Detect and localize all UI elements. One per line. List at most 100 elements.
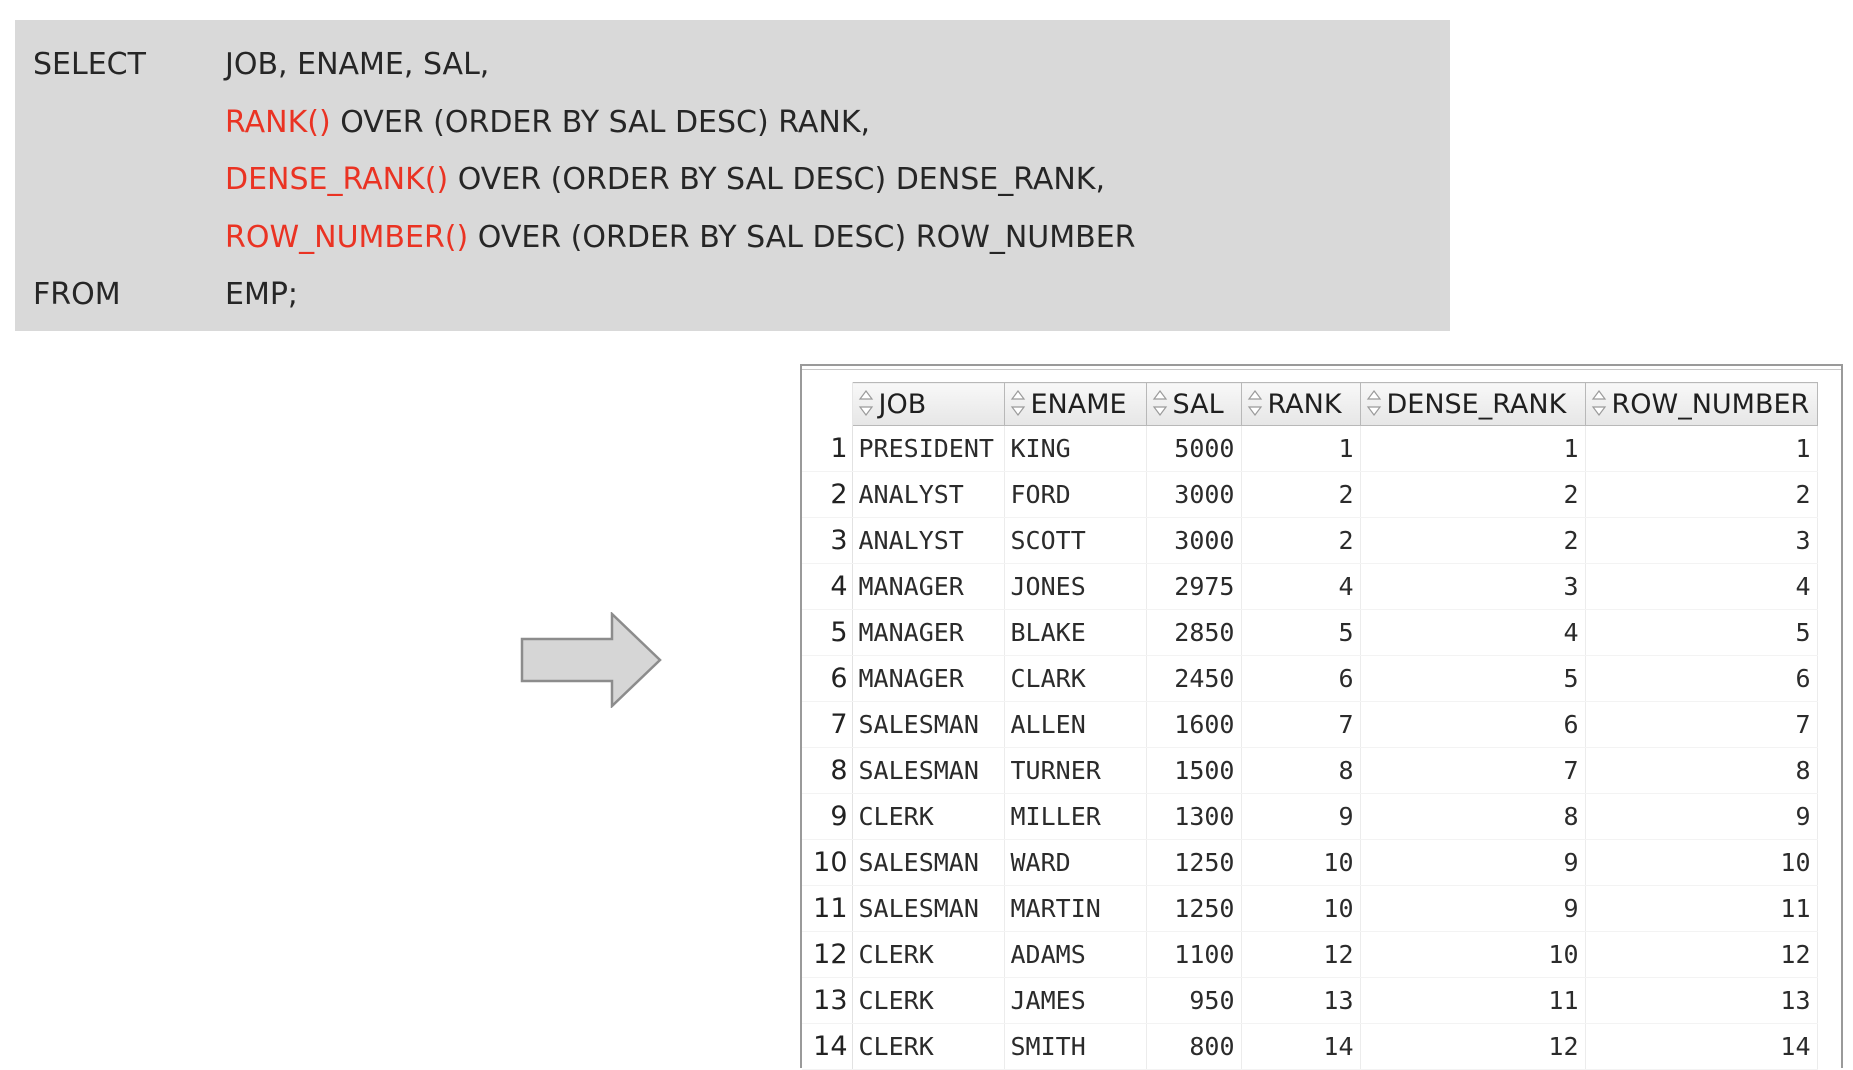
cell-rank[interactable]: 2	[1241, 517, 1361, 564]
cell-ename[interactable]: ALLEN	[1004, 701, 1147, 748]
cell-job[interactable]: SALESMAN	[852, 747, 1005, 794]
sort-icon[interactable]	[1365, 389, 1383, 417]
row-number-cell[interactable]: 10	[802, 839, 853, 886]
cell-rank[interactable]: 14	[1241, 1023, 1361, 1070]
cell-sal[interactable]: 2450	[1146, 655, 1242, 702]
cell-job[interactable]: SALESMAN	[852, 885, 1005, 932]
table-row[interactable]: 1 PRESIDENT KING 5000 1 1 1	[802, 425, 1818, 472]
cell-row-number[interactable]: 9	[1585, 793, 1818, 840]
table-row[interactable]: 6 MANAGER CLARK 2450 6 5 6	[802, 655, 1818, 702]
table-row[interactable]: 8 SALESMAN TURNER 1500 8 7 8	[802, 747, 1818, 794]
cell-job[interactable]: CLERK	[852, 1023, 1005, 1070]
cell-row-number[interactable]: 3	[1585, 517, 1818, 564]
cell-dense-rank[interactable]: 11	[1360, 977, 1586, 1024]
cell-dense-rank[interactable]: 12	[1360, 1023, 1586, 1070]
cell-job[interactable]: SALESMAN	[852, 701, 1005, 748]
sort-icon[interactable]	[1246, 389, 1264, 417]
cell-sal[interactable]: 2850	[1146, 609, 1242, 656]
table-row[interactable]: 12 CLERK ADAMS 1100 12 10 12	[802, 931, 1818, 978]
column-header-dense-rank[interactable]: DENSE_RANK	[1359, 382, 1586, 426]
table-row[interactable]: 3 ANALYST SCOTT 3000 2 2 3	[802, 517, 1818, 564]
cell-rank[interactable]: 7	[1241, 701, 1361, 748]
column-header-sal[interactable]: SAL	[1145, 382, 1242, 426]
cell-ename[interactable]: ADAMS	[1004, 931, 1147, 978]
cell-sal[interactable]: 3000	[1146, 471, 1242, 518]
cell-job[interactable]: CLERK	[852, 793, 1005, 840]
cell-rank[interactable]: 2	[1241, 471, 1361, 518]
table-row[interactable]: 2 ANALYST FORD 3000 2 2 2	[802, 471, 1818, 518]
cell-row-number[interactable]: 8	[1585, 747, 1818, 794]
cell-job[interactable]: MANAGER	[852, 655, 1005, 702]
cell-row-number[interactable]: 1	[1585, 425, 1818, 472]
cell-row-number[interactable]: 11	[1585, 885, 1818, 932]
table-row[interactable]: 9 CLERK MILLER 1300 9 8 9	[802, 793, 1818, 840]
cell-job[interactable]: CLERK	[852, 931, 1005, 978]
cell-ename[interactable]: CLARK	[1004, 655, 1147, 702]
row-number-cell[interactable]: 2	[802, 471, 853, 518]
cell-ename[interactable]: TURNER	[1004, 747, 1147, 794]
cell-job[interactable]: ANALYST	[852, 517, 1005, 564]
cell-dense-rank[interactable]: 5	[1360, 655, 1586, 702]
table-row[interactable]: 10 SALESMAN WARD 1250 10 9 10	[802, 839, 1818, 886]
cell-job[interactable]: MANAGER	[852, 563, 1005, 610]
cell-dense-rank[interactable]: 9	[1360, 839, 1586, 886]
sort-icon[interactable]	[857, 389, 875, 417]
cell-sal[interactable]: 1250	[1146, 885, 1242, 932]
row-number-cell[interactable]: 6	[802, 655, 853, 702]
cell-row-number[interactable]: 10	[1585, 839, 1818, 886]
table-row[interactable]: 7 SALESMAN ALLEN 1600 7 6 7	[802, 701, 1818, 748]
cell-job[interactable]: ANALYST	[852, 471, 1005, 518]
row-number-cell[interactable]: 5	[802, 609, 853, 656]
cell-dense-rank[interactable]: 2	[1360, 517, 1586, 564]
table-row[interactable]: 4 MANAGER JONES 2975 4 3 4	[802, 563, 1818, 610]
column-header-ename[interactable]: ENAME	[1003, 382, 1147, 426]
cell-ename[interactable]: SMITH	[1004, 1023, 1147, 1070]
cell-job[interactable]: MANAGER	[852, 609, 1005, 656]
cell-row-number[interactable]: 14	[1585, 1023, 1818, 1070]
sort-icon[interactable]	[1151, 389, 1169, 417]
cell-rank[interactable]: 8	[1241, 747, 1361, 794]
cell-ename[interactable]: MILLER	[1004, 793, 1147, 840]
cell-rank[interactable]: 9	[1241, 793, 1361, 840]
cell-dense-rank[interactable]: 1	[1360, 425, 1586, 472]
row-number-cell[interactable]: 3	[802, 517, 853, 564]
cell-job[interactable]: PRESIDENT	[852, 425, 1005, 472]
cell-rank[interactable]: 13	[1241, 977, 1361, 1024]
row-number-cell[interactable]: 9	[802, 793, 853, 840]
cell-ename[interactable]: FORD	[1004, 471, 1147, 518]
cell-sal[interactable]: 800	[1146, 1023, 1242, 1070]
row-number-cell[interactable]: 8	[802, 747, 853, 794]
cell-row-number[interactable]: 13	[1585, 977, 1818, 1024]
sort-icon[interactable]	[1590, 389, 1608, 417]
table-row[interactable]: 13 CLERK JAMES 950 13 11 13	[802, 977, 1818, 1024]
row-number-cell[interactable]: 12	[802, 931, 853, 978]
cell-rank[interactable]: 5	[1241, 609, 1361, 656]
query-result-grid[interactable]: JOB ENAME SAL RANK DENSE_RANK ROW_NUMBER 1 PRE…	[800, 364, 1843, 1070]
cell-sal[interactable]: 1600	[1146, 701, 1242, 748]
cell-row-number[interactable]: 6	[1585, 655, 1818, 702]
cell-ename[interactable]: JAMES	[1004, 977, 1147, 1024]
cell-ename[interactable]: JONES	[1004, 563, 1147, 610]
cell-sal[interactable]: 2975	[1146, 563, 1242, 610]
cell-sal[interactable]: 1300	[1146, 793, 1242, 840]
cell-row-number[interactable]: 5	[1585, 609, 1818, 656]
cell-dense-rank[interactable]: 7	[1360, 747, 1586, 794]
row-number-cell[interactable]: 13	[802, 977, 853, 1024]
cell-dense-rank[interactable]: 6	[1360, 701, 1586, 748]
row-number-cell[interactable]: 11	[802, 885, 853, 932]
cell-row-number[interactable]: 4	[1585, 563, 1818, 610]
cell-ename[interactable]: WARD	[1004, 839, 1147, 886]
cell-ename[interactable]: KING	[1004, 425, 1147, 472]
column-header-rank[interactable]: RANK	[1240, 382, 1361, 426]
cell-sal[interactable]: 950	[1146, 977, 1242, 1024]
cell-dense-rank[interactable]: 2	[1360, 471, 1586, 518]
cell-dense-rank[interactable]: 10	[1360, 931, 1586, 978]
row-number-cell[interactable]: 14	[802, 1023, 853, 1070]
cell-sal[interactable]: 1250	[1146, 839, 1242, 886]
cell-row-number[interactable]: 2	[1585, 471, 1818, 518]
column-header-job[interactable]: JOB	[851, 382, 1005, 426]
column-header-row-number[interactable]: ROW_NUMBER	[1584, 382, 1818, 426]
cell-dense-rank[interactable]: 4	[1360, 609, 1586, 656]
row-number-cell[interactable]: 4	[802, 563, 853, 610]
table-row[interactable]: 11 SALESMAN MARTIN 1250 10 9 11	[802, 885, 1818, 932]
